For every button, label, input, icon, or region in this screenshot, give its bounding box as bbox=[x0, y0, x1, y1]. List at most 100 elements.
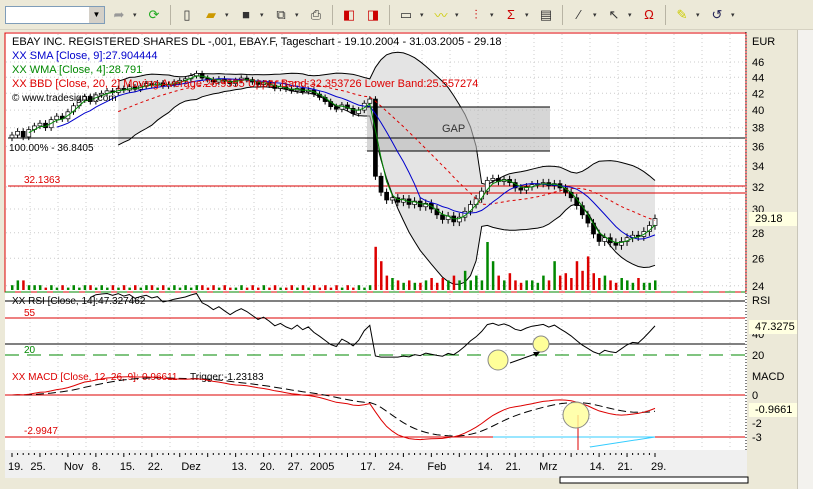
volume-bar bbox=[357, 285, 361, 290]
chart-next-icon[interactable]: ◨ bbox=[363, 5, 383, 25]
window-icon[interactable]: ▭ bbox=[396, 5, 416, 25]
volume-bar bbox=[296, 287, 299, 290]
volume-bar bbox=[201, 285, 204, 290]
candle-body bbox=[333, 106, 339, 110]
volume-bar bbox=[301, 285, 305, 290]
chevron-down-icon[interactable]: ▾ bbox=[731, 11, 738, 19]
open-folder-icon[interactable]: ▰ bbox=[201, 5, 221, 25]
chart-prev-icon[interactable]: ◧ bbox=[339, 5, 359, 25]
macd-last-tag: -0.9661 bbox=[749, 403, 797, 417]
separator bbox=[170, 4, 171, 25]
volume-bar bbox=[402, 282, 405, 290]
volume-bar bbox=[156, 287, 159, 290]
volume-bar bbox=[240, 285, 243, 290]
volume-bar bbox=[111, 285, 115, 290]
sum-icon[interactable]: Σ bbox=[501, 5, 521, 25]
volume-bar bbox=[189, 287, 193, 290]
volume-bar bbox=[44, 287, 48, 290]
volume-bar bbox=[447, 280, 450, 290]
side-panel[interactable] bbox=[797, 30, 813, 489]
chevron-down-icon[interactable]: ▾ bbox=[525, 11, 532, 19]
bbd-legend[interactable]: XX BBD [Close, 20, 2] Moving Average:28.… bbox=[12, 78, 478, 90]
price-tick-label: 40 bbox=[752, 105, 764, 117]
chevron-down-icon[interactable]: ▾ bbox=[420, 11, 427, 19]
date-tick-label: Mrz bbox=[539, 461, 557, 473]
rsi-highlight-circle[interactable] bbox=[487, 349, 509, 371]
chart-canvas[interactable]: GAP EBAY INC. REGISTERED SHARES DL -,001… bbox=[0, 30, 797, 489]
rsi-highlight-circle[interactable] bbox=[532, 335, 550, 353]
volume-bar bbox=[94, 287, 98, 290]
symbol-combobox[interactable]: ▼ bbox=[5, 5, 105, 24]
volume-bar bbox=[279, 287, 282, 290]
volume-bar bbox=[27, 285, 31, 290]
chevron-down-icon[interactable]: ▾ bbox=[295, 11, 302, 19]
strategy-icon[interactable]: ⫶ bbox=[466, 5, 486, 25]
volume-bar bbox=[318, 287, 322, 290]
volume-bar bbox=[268, 287, 271, 290]
date-tick-label: 21. bbox=[506, 461, 521, 473]
wma-legend[interactable]: XX WMA [Close, 4]:28.791 bbox=[12, 64, 142, 76]
volume-bar bbox=[195, 285, 199, 290]
volume-bar bbox=[368, 285, 372, 290]
candle-body bbox=[518, 187, 524, 191]
copy-icon[interactable]: ⧉ bbox=[271, 5, 291, 25]
chevron-down-icon[interactable]: ▾ bbox=[455, 11, 462, 19]
date-tick-label: 24. bbox=[388, 461, 403, 473]
pointer-icon[interactable]: ↖ bbox=[604, 5, 624, 25]
chevron-down-icon[interactable]: ▾ bbox=[696, 11, 703, 19]
new-document-icon[interactable]: ▯ bbox=[177, 5, 197, 25]
properties-icon[interactable]: ▤ bbox=[536, 5, 556, 25]
horizontal-scrollbar[interactable] bbox=[559, 476, 749, 484]
chevron-down-icon[interactable]: ▼ bbox=[89, 6, 104, 23]
volume-bar bbox=[391, 278, 394, 290]
fib-label: 100.00% - 36.8405 bbox=[9, 143, 94, 154]
volume-bar bbox=[66, 287, 70, 290]
volume-bar bbox=[469, 280, 472, 290]
chevron-down-icon[interactable]: ▾ bbox=[133, 11, 140, 19]
chevron-down-icon[interactable]: ▾ bbox=[628, 11, 635, 19]
volume-bar bbox=[78, 287, 81, 290]
volume-bar bbox=[441, 278, 445, 290]
date-axis-background bbox=[5, 450, 747, 478]
candle-body bbox=[26, 129, 32, 138]
last-price-tag: 29.18 bbox=[749, 212, 797, 226]
refresh-icon[interactable]: ⟳ bbox=[144, 5, 164, 25]
volume-bar bbox=[575, 261, 579, 290]
volume-bar bbox=[609, 280, 612, 290]
price-tick-label: 26 bbox=[752, 253, 764, 265]
volume-bar bbox=[648, 282, 651, 290]
undo-icon[interactable]: ↺ bbox=[707, 5, 727, 25]
date-tick-label: 14. bbox=[589, 461, 604, 473]
volume-bar bbox=[346, 285, 349, 290]
indicator-icon[interactable]: 〰 bbox=[431, 5, 451, 25]
chevron-down-icon[interactable]: ▾ bbox=[225, 11, 232, 19]
chevron-down-icon[interactable]: ▾ bbox=[593, 11, 600, 19]
volume-bar bbox=[581, 270, 584, 290]
draw-line-icon[interactable]: ⁄ bbox=[569, 5, 589, 25]
hint-icon[interactable]: ✎ bbox=[672, 5, 692, 25]
date-tick-label: Nov bbox=[64, 461, 84, 473]
volume-bar bbox=[385, 275, 389, 290]
magnet-icon[interactable]: Ω bbox=[639, 5, 659, 25]
save-icon[interactable]: ■ bbox=[236, 5, 256, 25]
chevron-down-icon[interactable]: ▾ bbox=[490, 11, 497, 19]
date-tick-label: 20. bbox=[260, 461, 275, 473]
print-icon[interactable]: ⎙ bbox=[306, 5, 326, 25]
volume-bar bbox=[122, 285, 126, 290]
volume-bar bbox=[173, 285, 176, 290]
volume-bar bbox=[234, 287, 238, 290]
date-tick-label: 27. bbox=[288, 461, 303, 473]
volume-bar bbox=[83, 285, 87, 290]
macd-highlight-circle[interactable] bbox=[562, 401, 590, 429]
rsi-legend[interactable]: XX RSI [Close, 14]:47.327462 bbox=[12, 296, 146, 307]
date-tick-label: Dez bbox=[181, 461, 201, 473]
volume-bar bbox=[251, 285, 254, 290]
candle-body bbox=[490, 177, 496, 181]
back-icon[interactable]: ➦ bbox=[109, 5, 129, 25]
volume-bar bbox=[245, 287, 249, 290]
volume-bar bbox=[212, 285, 215, 290]
volume-bar bbox=[564, 273, 568, 290]
sma-legend[interactable]: XX SMA [Close, 9]:27.904444 bbox=[12, 50, 158, 62]
chevron-down-icon[interactable]: ▾ bbox=[260, 11, 267, 19]
volume-bar bbox=[229, 287, 232, 290]
